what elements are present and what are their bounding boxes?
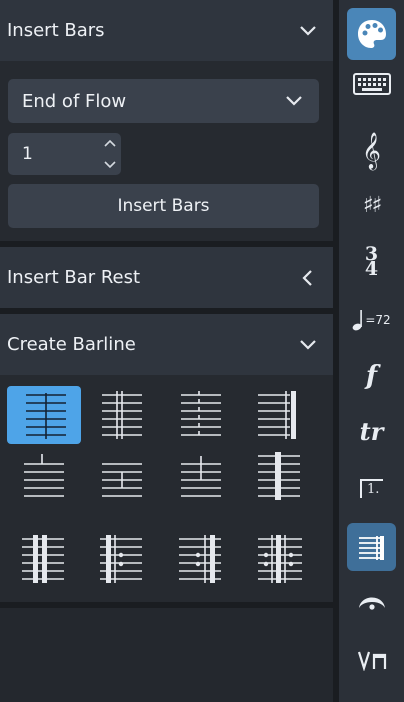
insert-bar-rest-title: Insert Bar Rest	[7, 267, 141, 288]
chevron-left-icon[interactable]	[299, 269, 317, 287]
bar-count-stepper[interactable]: 1	[8, 133, 121, 175]
chevron-down-icon[interactable]	[299, 22, 317, 40]
insert-bars-title: Insert Bars	[7, 20, 105, 41]
heavy-double-barline-icon	[22, 535, 64, 583]
end-start-repeat-barline-icon	[258, 535, 302, 583]
final-barline-icon	[258, 391, 296, 439]
start-repeat-barline-button[interactable]	[85, 530, 159, 588]
short-double-barline-button[interactable]	[164, 447, 238, 505]
final-barline-button[interactable]	[243, 386, 317, 444]
treble-clef-icon: 𝄞	[362, 131, 381, 169]
stepper-up-icon[interactable]	[99, 133, 121, 154]
insert-bars-button[interactable]: Insert Bars	[8, 184, 319, 228]
tempo-value: =72	[365, 313, 391, 327]
chevron-down-icon	[286, 96, 302, 106]
key-signature-icon: ♯♯	[362, 193, 382, 218]
ornaments-icon: tr	[359, 417, 384, 446]
end-repeat-barline-icon	[179, 535, 221, 583]
dashed-barline-button[interactable]	[164, 386, 238, 444]
end-start-repeat-barline-button[interactable]	[243, 530, 317, 588]
stepper-down-icon[interactable]	[99, 154, 121, 175]
insert-position-value: End of Flow	[22, 90, 127, 112]
create-barline-title: Create Barline	[7, 334, 136, 355]
insert-bars-header[interactable]: Insert Bars	[0, 0, 333, 61]
notations-toolbar: 𝄞 ♯♯ 3 4 =72 f tr 1.	[339, 0, 404, 702]
stepper-arrows[interactable]	[99, 133, 121, 175]
time-sig-bottom: 4	[364, 258, 379, 280]
double-barline-button[interactable]	[85, 386, 159, 444]
start-repeat-barline-icon	[100, 535, 142, 583]
palette-icon	[357, 20, 386, 48]
keyboard-button[interactable]	[347, 62, 396, 106]
barlines-icon	[358, 536, 384, 560]
create-barline-header[interactable]: Create Barline	[0, 314, 333, 375]
barlines-button[interactable]	[347, 523, 396, 571]
insert-bar-rest-header[interactable]: Insert Bar Rest	[0, 247, 333, 308]
tempo-button[interactable]: =72	[347, 298, 396, 342]
key-signatures-button[interactable]: ♯♯	[347, 184, 396, 228]
heavy-barline-icon	[258, 452, 300, 500]
repeat-endings-button[interactable]: 1.	[347, 466, 396, 510]
end-repeat-barline-button[interactable]	[164, 530, 238, 588]
time-signature-icon: 3 4	[364, 245, 379, 280]
section-separator	[0, 602, 333, 608]
single-barline-button[interactable]	[7, 386, 81, 444]
double-barline-icon	[102, 391, 142, 439]
dynamics-icon: f	[365, 361, 378, 391]
clefs-button[interactable]: 𝄞	[347, 128, 396, 172]
short-double-barline-icon	[181, 456, 221, 497]
repeat-ending-number: 1.	[367, 482, 380, 497]
fermata-icon	[358, 597, 385, 610]
single-barline-icon	[26, 393, 66, 439]
tick-barline-button[interactable]	[7, 447, 81, 505]
chevron-down-icon[interactable]	[299, 336, 317, 354]
keyboard-icon	[352, 73, 391, 95]
time-signatures-button[interactable]: 3 4	[347, 240, 396, 284]
playing-techniques-button[interactable]	[347, 638, 396, 682]
heavy-double-barline-button[interactable]	[7, 530, 81, 588]
ornaments-button[interactable]: tr	[347, 410, 396, 454]
tick-barline-icon	[24, 454, 64, 497]
insert-position-select[interactable]: End of Flow	[8, 79, 319, 123]
notations-panel: Insert Bars End of Flow 1 Insert Bars In…	[0, 0, 333, 702]
bar-count-value[interactable]: 1	[22, 144, 33, 164]
palette-button[interactable]	[347, 8, 396, 60]
short-barline-button[interactable]	[85, 447, 159, 505]
holds-pauses-button[interactable]	[347, 580, 396, 624]
dashed-barline-icon	[181, 391, 221, 439]
short-barline-icon	[102, 463, 142, 497]
bowing-icon	[357, 651, 386, 671]
quarter-note-icon	[352, 310, 363, 331]
dynamics-button[interactable]: f	[347, 354, 396, 398]
heavy-barline-button[interactable]	[243, 447, 317, 505]
